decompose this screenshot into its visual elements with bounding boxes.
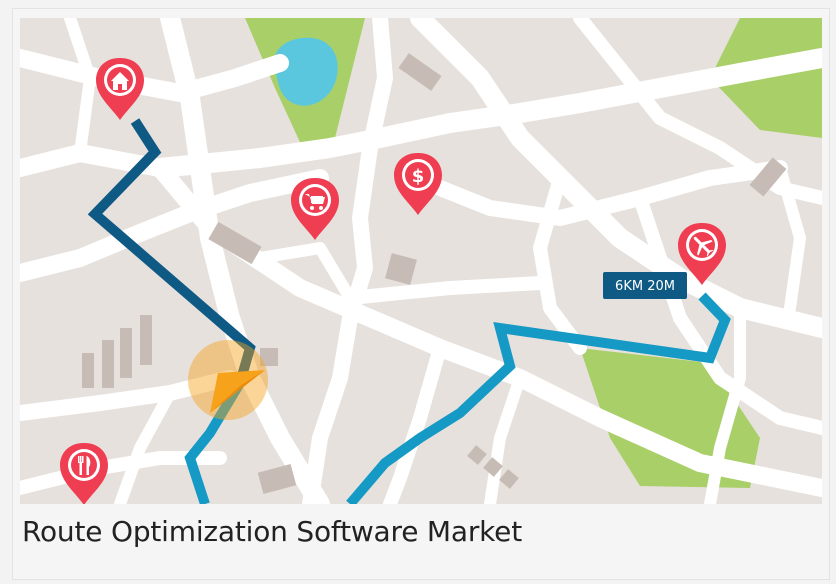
caption-title: Route Optimization Software Market (22, 515, 522, 548)
route-time-text: 6KM 20M (615, 279, 675, 294)
current-location-marker[interactable] (188, 340, 268, 420)
route-map: 6KM 20M $ (20, 18, 822, 504)
route-time-label: 6KM 20M (603, 272, 687, 299)
dollar-icon: $ (412, 166, 425, 187)
map-canvas: 6KM 20M $ (20, 18, 822, 504)
